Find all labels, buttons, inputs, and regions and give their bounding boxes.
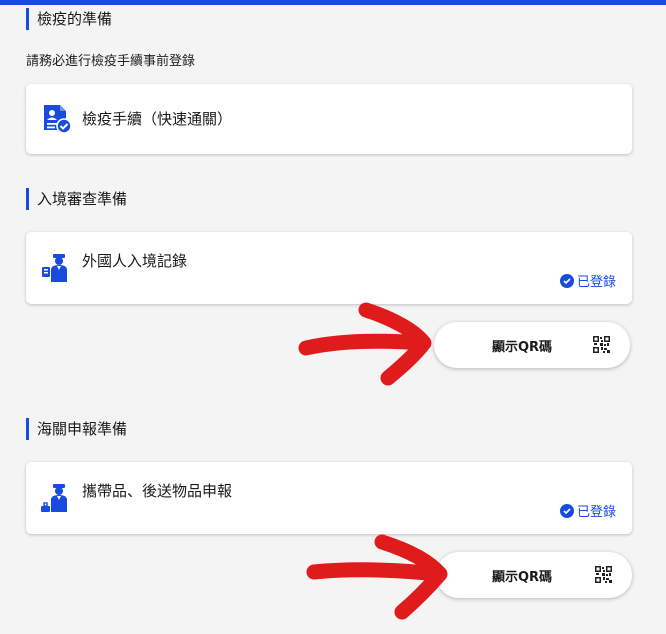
customs-declaration-card[interactable]: 攜帶品、後送物品申報 已登錄 [26, 462, 632, 534]
customs-status-label: 已登錄 [576, 505, 616, 520]
immigration-status: 已登錄 [559, 271, 616, 290]
section-title-quarantine: 檢疫的準備 [26, 8, 112, 30]
immigration-record-card[interactable]: 外國人入境記錄 已登錄 [26, 232, 632, 304]
immigration-show-qr-button[interactable]: 顯示QR碼 [434, 322, 630, 368]
top-accent-bar [0, 0, 666, 5]
immigration-status-label: 已登錄 [576, 275, 616, 290]
annotation-arrow-customs [306, 534, 448, 620]
annotation-arrow-immigration [298, 302, 432, 386]
immigration-card-label: 外國人入境記錄 [82, 252, 188, 270]
customs-card-label: 攜帶品、後送物品申報 [82, 482, 233, 500]
quarantine-subtext: 請務必進行檢疫手續事前登錄 [26, 54, 196, 69]
customs-officer-icon [41, 484, 67, 512]
immigration-qr-button-label: 顯示QR碼 [492, 340, 553, 355]
customs-status: 已登錄 [559, 501, 616, 520]
document-check-icon [44, 105, 72, 134]
customs-show-qr-button[interactable]: 顯示QR碼 [436, 552, 632, 598]
qr-code-icon [595, 566, 612, 583]
quarantine-card-label: 檢疫手續（快速通關） [82, 110, 233, 128]
check-circle-icon [559, 273, 574, 288]
quarantine-procedure-card[interactable]: 檢疫手續（快速通關） [26, 84, 632, 154]
section-title-customs: 海關申報準備 [26, 418, 127, 440]
immigration-officer-icon [42, 254, 67, 282]
customs-qr-button-label: 顯示QR碼 [492, 570, 553, 585]
qr-code-icon [593, 336, 610, 353]
section-title-immigration: 入境審查準備 [26, 188, 127, 210]
check-circle-icon [559, 503, 574, 518]
